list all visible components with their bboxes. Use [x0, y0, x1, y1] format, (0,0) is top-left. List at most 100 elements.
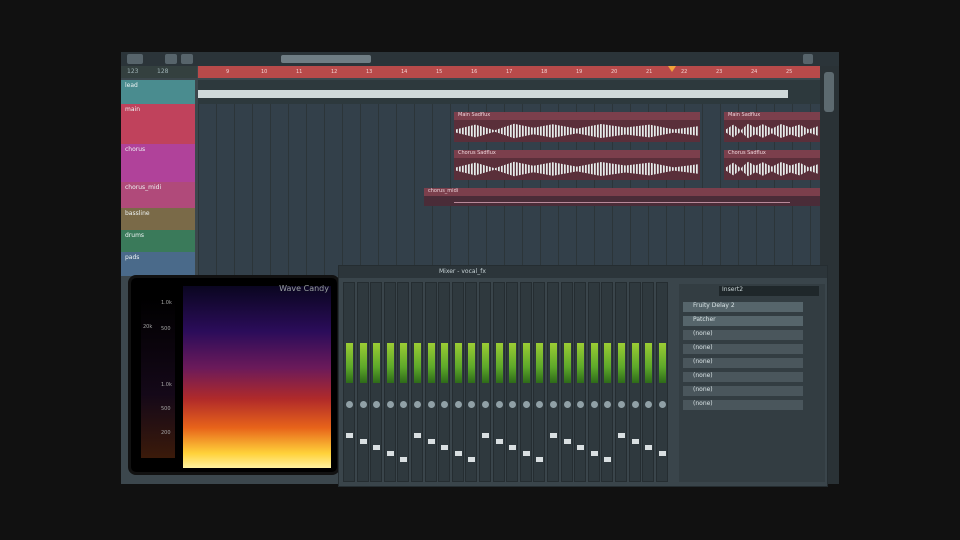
mixer-channel[interactable]	[479, 282, 491, 482]
pan-knob[interactable]	[359, 401, 367, 408]
pan-knob[interactable]	[427, 401, 435, 408]
playhead-marker[interactable]	[668, 66, 676, 72]
pan-knob[interactable]	[618, 401, 625, 408]
track-header-main[interactable]: main	[121, 104, 195, 144]
mixer-titlebar[interactable]: Mixer - vocal_fx	[339, 266, 827, 278]
lane-chorus[interactable]: Chorus Sadflux Chorus Sadflux	[198, 144, 820, 182]
pan-knob[interactable]	[522, 401, 530, 408]
fx-slot[interactable]: (none)	[683, 330, 803, 340]
mixer-channel[interactable]	[547, 282, 559, 482]
track-header-bassline[interactable]: bassline	[121, 208, 195, 230]
mixer-channel[interactable]	[519, 282, 532, 482]
pan-knob[interactable]	[577, 401, 585, 408]
mixer-channel[interactable]	[356, 282, 369, 482]
mixer-channel[interactable]	[424, 282, 437, 482]
volume-fader[interactable]	[482, 433, 489, 438]
mixer-channel[interactable]	[601, 282, 614, 482]
pan-knob[interactable]	[658, 401, 666, 408]
pan-knob[interactable]	[631, 401, 639, 408]
fx-slot[interactable]: Fruity Delay 2	[683, 302, 803, 312]
pan-knob[interactable]	[454, 401, 462, 408]
fx-slot[interactable]: (none)	[683, 400, 803, 410]
insert-field[interactable]: Insert2	[719, 286, 819, 296]
clip-main-a[interactable]: Main Sadflux	[454, 112, 700, 142]
timeline-ruler[interactable]: 9 10 11 12 13 14 15 16 17 18 19 20 21 22…	[198, 66, 820, 78]
volume-fader[interactable]	[386, 451, 394, 456]
clip-chorus-midi[interactable]: chorus_midi	[424, 188, 820, 206]
snap-button[interactable]	[165, 54, 177, 64]
pan-knob[interactable]	[645, 401, 653, 408]
mixer-channel[interactable]	[506, 282, 519, 482]
volume-fader[interactable]	[454, 451, 462, 456]
volume-fader[interactable]	[563, 439, 571, 444]
clip-main-b[interactable]: Main Sadflux	[724, 112, 820, 142]
volume-fader[interactable]	[536, 457, 544, 462]
mixer-channel[interactable]	[642, 282, 655, 482]
volume-fader[interactable]	[658, 451, 666, 456]
volume-fader[interactable]	[550, 433, 557, 438]
mixer-channel[interactable]	[628, 282, 641, 482]
clip-chorus-b[interactable]: Chorus Sadflux	[724, 150, 820, 180]
volume-fader[interactable]	[495, 439, 503, 444]
volume-fader[interactable]	[359, 439, 367, 444]
volume-fader[interactable]	[509, 445, 517, 450]
horizontal-scrollbar[interactable]	[281, 55, 371, 63]
mixer-channel[interactable]	[383, 282, 396, 482]
volume-fader[interactable]	[400, 457, 408, 462]
volume-fader[interactable]	[590, 451, 598, 456]
mixer-channel[interactable]	[451, 282, 464, 482]
track-header-chorus[interactable]: chorus	[121, 144, 195, 182]
mixer-channel[interactable]	[574, 282, 587, 482]
lane-lead[interactable]	[198, 80, 820, 104]
mixer-channel[interactable]	[343, 282, 355, 482]
mixer-channel[interactable]	[615, 282, 627, 482]
mixer-channel[interactable]	[411, 282, 423, 482]
minimize-button[interactable]	[803, 54, 813, 64]
mixer-channel[interactable]	[465, 282, 478, 482]
tool-button[interactable]	[181, 54, 193, 64]
track-header-drums[interactable]: drums	[121, 230, 195, 252]
menu-button[interactable]	[127, 54, 143, 64]
mixer-channel[interactable]	[370, 282, 383, 482]
pan-knob[interactable]	[346, 401, 353, 408]
volume-fader[interactable]	[522, 451, 530, 456]
lane-main[interactable]: Main Sadflux Main Sadflux	[198, 104, 820, 144]
volume-fader[interactable]	[373, 445, 381, 450]
fx-slot[interactable]: (none)	[683, 372, 803, 382]
pan-knob[interactable]	[482, 401, 489, 408]
pan-knob[interactable]	[441, 401, 449, 408]
pan-knob[interactable]	[563, 401, 571, 408]
mixer-channel[interactable]	[438, 282, 451, 482]
track-header-lead[interactable]: lead	[121, 80, 195, 104]
pan-knob[interactable]	[509, 401, 517, 408]
lane-chorus-midi[interactable]: chorus_midi	[198, 182, 820, 208]
pan-knob[interactable]	[373, 401, 381, 408]
mixer-channel[interactable]	[560, 282, 573, 482]
mixer-channel[interactable]	[397, 282, 410, 482]
pan-knob[interactable]	[590, 401, 598, 408]
volume-fader[interactable]	[441, 445, 449, 450]
volume-fader[interactable]	[346, 433, 353, 438]
volume-fader[interactable]	[427, 439, 435, 444]
pan-knob[interactable]	[604, 401, 612, 408]
mixer-channel[interactable]	[655, 282, 668, 482]
volume-fader[interactable]	[414, 433, 421, 438]
scroll-thumb[interactable]	[824, 72, 834, 112]
volume-fader[interactable]	[577, 445, 585, 450]
pan-knob[interactable]	[550, 401, 557, 408]
mixer-channel[interactable]	[492, 282, 505, 482]
fx-slot[interactable]: Patcher	[683, 316, 803, 326]
volume-fader[interactable]	[645, 445, 653, 450]
pan-knob[interactable]	[400, 401, 408, 408]
fx-slot[interactable]: (none)	[683, 358, 803, 368]
volume-fader[interactable]	[468, 457, 476, 462]
volume-fader[interactable]	[618, 433, 625, 438]
pan-knob[interactable]	[495, 401, 503, 408]
clip-chorus-a[interactable]: Chorus Sadflux	[454, 150, 700, 180]
mixer-channel[interactable]	[533, 282, 546, 482]
track-header-pads[interactable]: pads	[121, 252, 195, 276]
volume-fader[interactable]	[604, 457, 612, 462]
pan-knob[interactable]	[468, 401, 476, 408]
track-header-chorus-midi[interactable]: chorus_midi	[121, 182, 195, 208]
volume-fader[interactable]	[631, 439, 639, 444]
